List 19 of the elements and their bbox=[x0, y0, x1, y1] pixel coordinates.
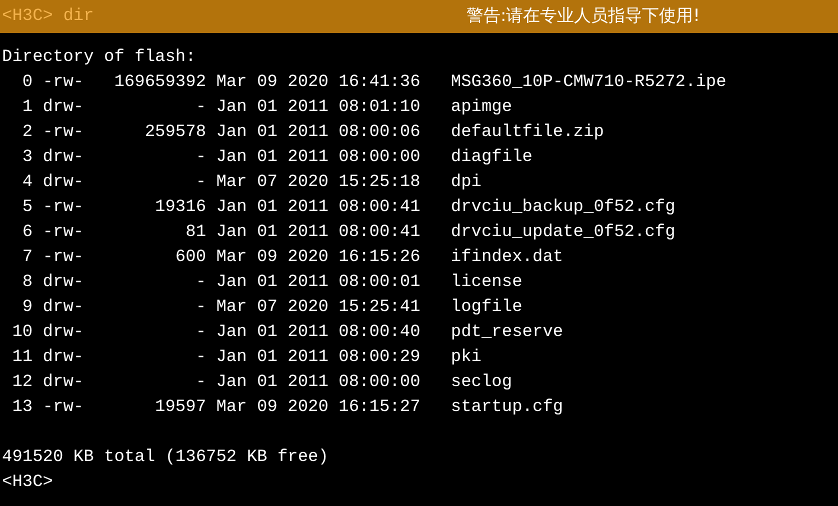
file-entry: 5 -rw- 19316 Jan 01 2011 08:00:41 drvciu_backup_0f52.cfg bbox=[21, 197, 676, 219]
file-entry: 11 drw- - Jan 01 2011 08:00:29 pki bbox=[11, 347, 482, 369]
file-entry: 12 drw- - Jan 01 2011 08:00:00 seclog bbox=[11, 372, 512, 394]
file-entry: 2 -rw- 259578 Jan 01 2011 08:00:06 defaultfile.zip bbox=[21, 122, 604, 144]
file-entry: 9 drw- - Mar 07 2020 15:25:41 logfile bbox=[21, 297, 522, 319]
file-entry: 3 drw- - Jan 01 2011 08:00:00 diagfile bbox=[21, 147, 532, 169]
file-entry: 10 drw- - Jan 01 2011 08:00:40 pdt_reserve bbox=[11, 322, 564, 344]
file-entry: 1 drw- - Jan 01 2011 08:01:10 apimge bbox=[21, 97, 512, 119]
file-entry: 6 -rw- 81 Jan 01 2011 08:00:41 drvciu_update_0f52.cfg bbox=[21, 222, 676, 244]
summary-text: 491520 KB total (136752 KB free) bbox=[2, 447, 328, 469]
file-entry: 0 -rw- 169659392 Mar 09 2020 16:41:36 MSG360_10P-CMW710-R5272.ipe bbox=[21, 72, 726, 94]
file-entry: 7 -rw- 600 Mar 09 2020 16:15:26 ifindex.dat bbox=[21, 247, 564, 269]
warning-text: 警告:请在专业人员指导下使用! bbox=[466, 4, 700, 28]
prompt-text: <H3C> bbox=[2, 472, 54, 494]
file-entry: 13 -rw- 19597 Mar 09 2020 16:15:27 startup.cfg bbox=[11, 397, 564, 419]
file-entry: 4 drw- - Mar 07 2020 15:25:18 dpi bbox=[21, 172, 482, 194]
directory-heading: Directory of flash: bbox=[2, 47, 196, 69]
file-entry: 8 drw- - Jan 01 2011 08:00:01 license bbox=[21, 272, 522, 294]
command-text: <H3C> dir bbox=[2, 6, 94, 28]
